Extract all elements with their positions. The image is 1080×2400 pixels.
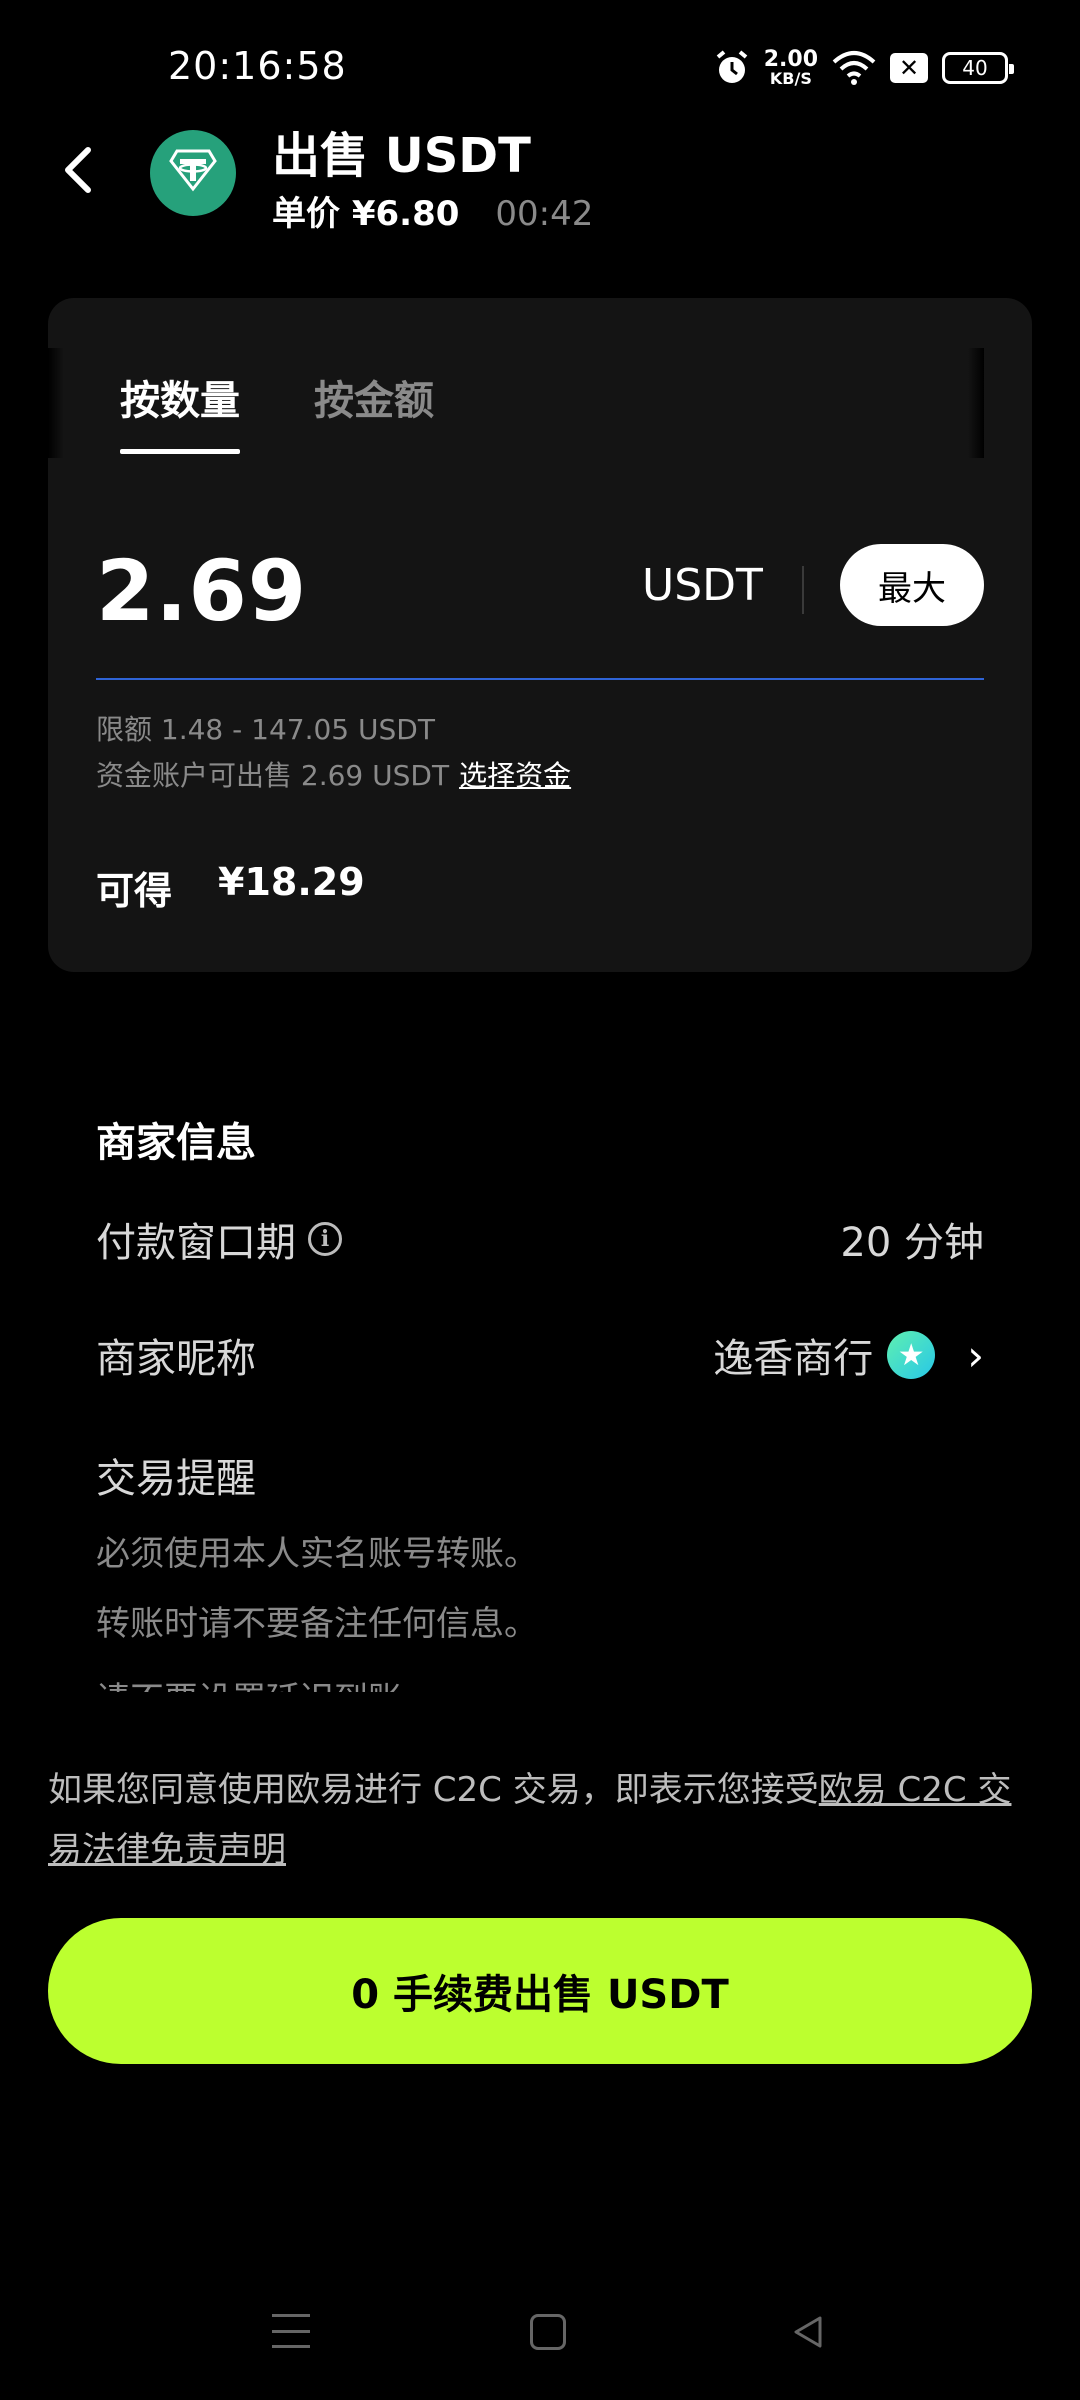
receive-label: 可得 [96, 869, 173, 913]
legal-disclaimer: 如果您同意使用欧易进行 C2C 交易，即表示您接受欧易 C2C 交易法律免责声明 [48, 1760, 1032, 1880]
max-button[interactable]: 最大 [840, 544, 984, 626]
back-arrow-icon[interactable] [50, 140, 110, 200]
merchant-nickname-row[interactable]: 商家昵称 逸香商行 ★ › [96, 1326, 984, 1384]
status-bar: 20:16:58 2.00 KB/S ✕ 40 [0, 0, 1080, 130]
status-time: 20:16:58 [168, 44, 347, 88]
payment-window-row: 付款窗口期 i 20 分钟 [96, 1210, 984, 1268]
amount-underline [96, 678, 984, 680]
alarm-icon [716, 50, 747, 83]
trade-tips-title: 交易提醒 [96, 1456, 256, 1502]
amount-mode-tabs: 按数量 按金额 [120, 368, 434, 454]
battery-icon: 40 [942, 52, 1014, 84]
payment-window-value: 20 分钟 [840, 1220, 984, 1266]
countdown-timer: 00:42 [495, 194, 594, 234]
status-icons: 2.00 KB/S ✕ 40 [714, 46, 1014, 90]
trade-tip-clipped: 请不要设置延迟到账 [96, 1668, 696, 1692]
trade-tip: 必须使用本人实名账号转账。 [96, 1534, 538, 1574]
trade-tip: 请不要设置延迟到账 [96, 1672, 696, 1692]
disclaimer-text: 如果您同意使用欧易进行 C2C 交易，即表示您接受 [48, 1770, 819, 1810]
available-text: 资金账户可出售 2.69 USDT [96, 759, 450, 792]
tab-by-quantity[interactable]: 按数量 [120, 368, 240, 454]
verified-star-icon: ★ [887, 1331, 936, 1379]
page-title: 出售 USDT [272, 128, 531, 184]
receive-row: 可得 ¥18.29 [96, 860, 365, 915]
amount-input[interactable]: 2.69 [96, 542, 307, 640]
receive-value: ¥18.29 [218, 860, 365, 904]
unit-price: 单价 ¥6.80 [272, 194, 460, 234]
home-icon[interactable] [530, 2314, 566, 2350]
limit-text: 限额 1.48 - 147.05 USDT [96, 713, 435, 746]
merchant-nickname-value[interactable]: 逸香商行 [713, 1326, 873, 1384]
merchant-section-title: 商家信息 [96, 1120, 256, 1166]
wifi-icon [832, 51, 876, 85]
price-row: 单价 ¥6.80 00:42 [272, 186, 593, 235]
system-nav-bar [0, 2300, 1080, 2370]
trade-tip: 转账时请不要备注任何信息。 [96, 1604, 538, 1644]
tab-fade-right [968, 348, 984, 458]
chevron-right-icon[interactable]: › [967, 1331, 984, 1380]
info-icon[interactable]: i [308, 1222, 342, 1256]
network-speed: 2.00 KB/S [763, 47, 818, 88]
amount-unit: USDT [642, 560, 763, 611]
available-balance: 资金账户可出售 2.69 USDT 选择资金 [96, 754, 571, 794]
select-funds-link[interactable]: 选择资金 [459, 754, 571, 794]
tether-logo [150, 130, 236, 216]
order-card: 按数量 按金额 2.69 USDT 最大 限额 1.48 - 147.05 US… [48, 298, 1032, 972]
payment-window-label: 付款窗口期 [96, 1220, 296, 1266]
unit-divider [802, 566, 804, 614]
nav-back-icon[interactable] [788, 2312, 828, 2352]
tab-by-amount[interactable]: 按金额 [314, 368, 434, 454]
tab-fade-left [48, 348, 64, 458]
close-box-icon: ✕ [890, 53, 928, 83]
recent-apps-icon[interactable] [272, 2314, 310, 2348]
sell-usdt-button[interactable]: 0 手续费出售 USDT [48, 1918, 1032, 2064]
merchant-nickname-label: 商家昵称 [96, 1336, 256, 1382]
